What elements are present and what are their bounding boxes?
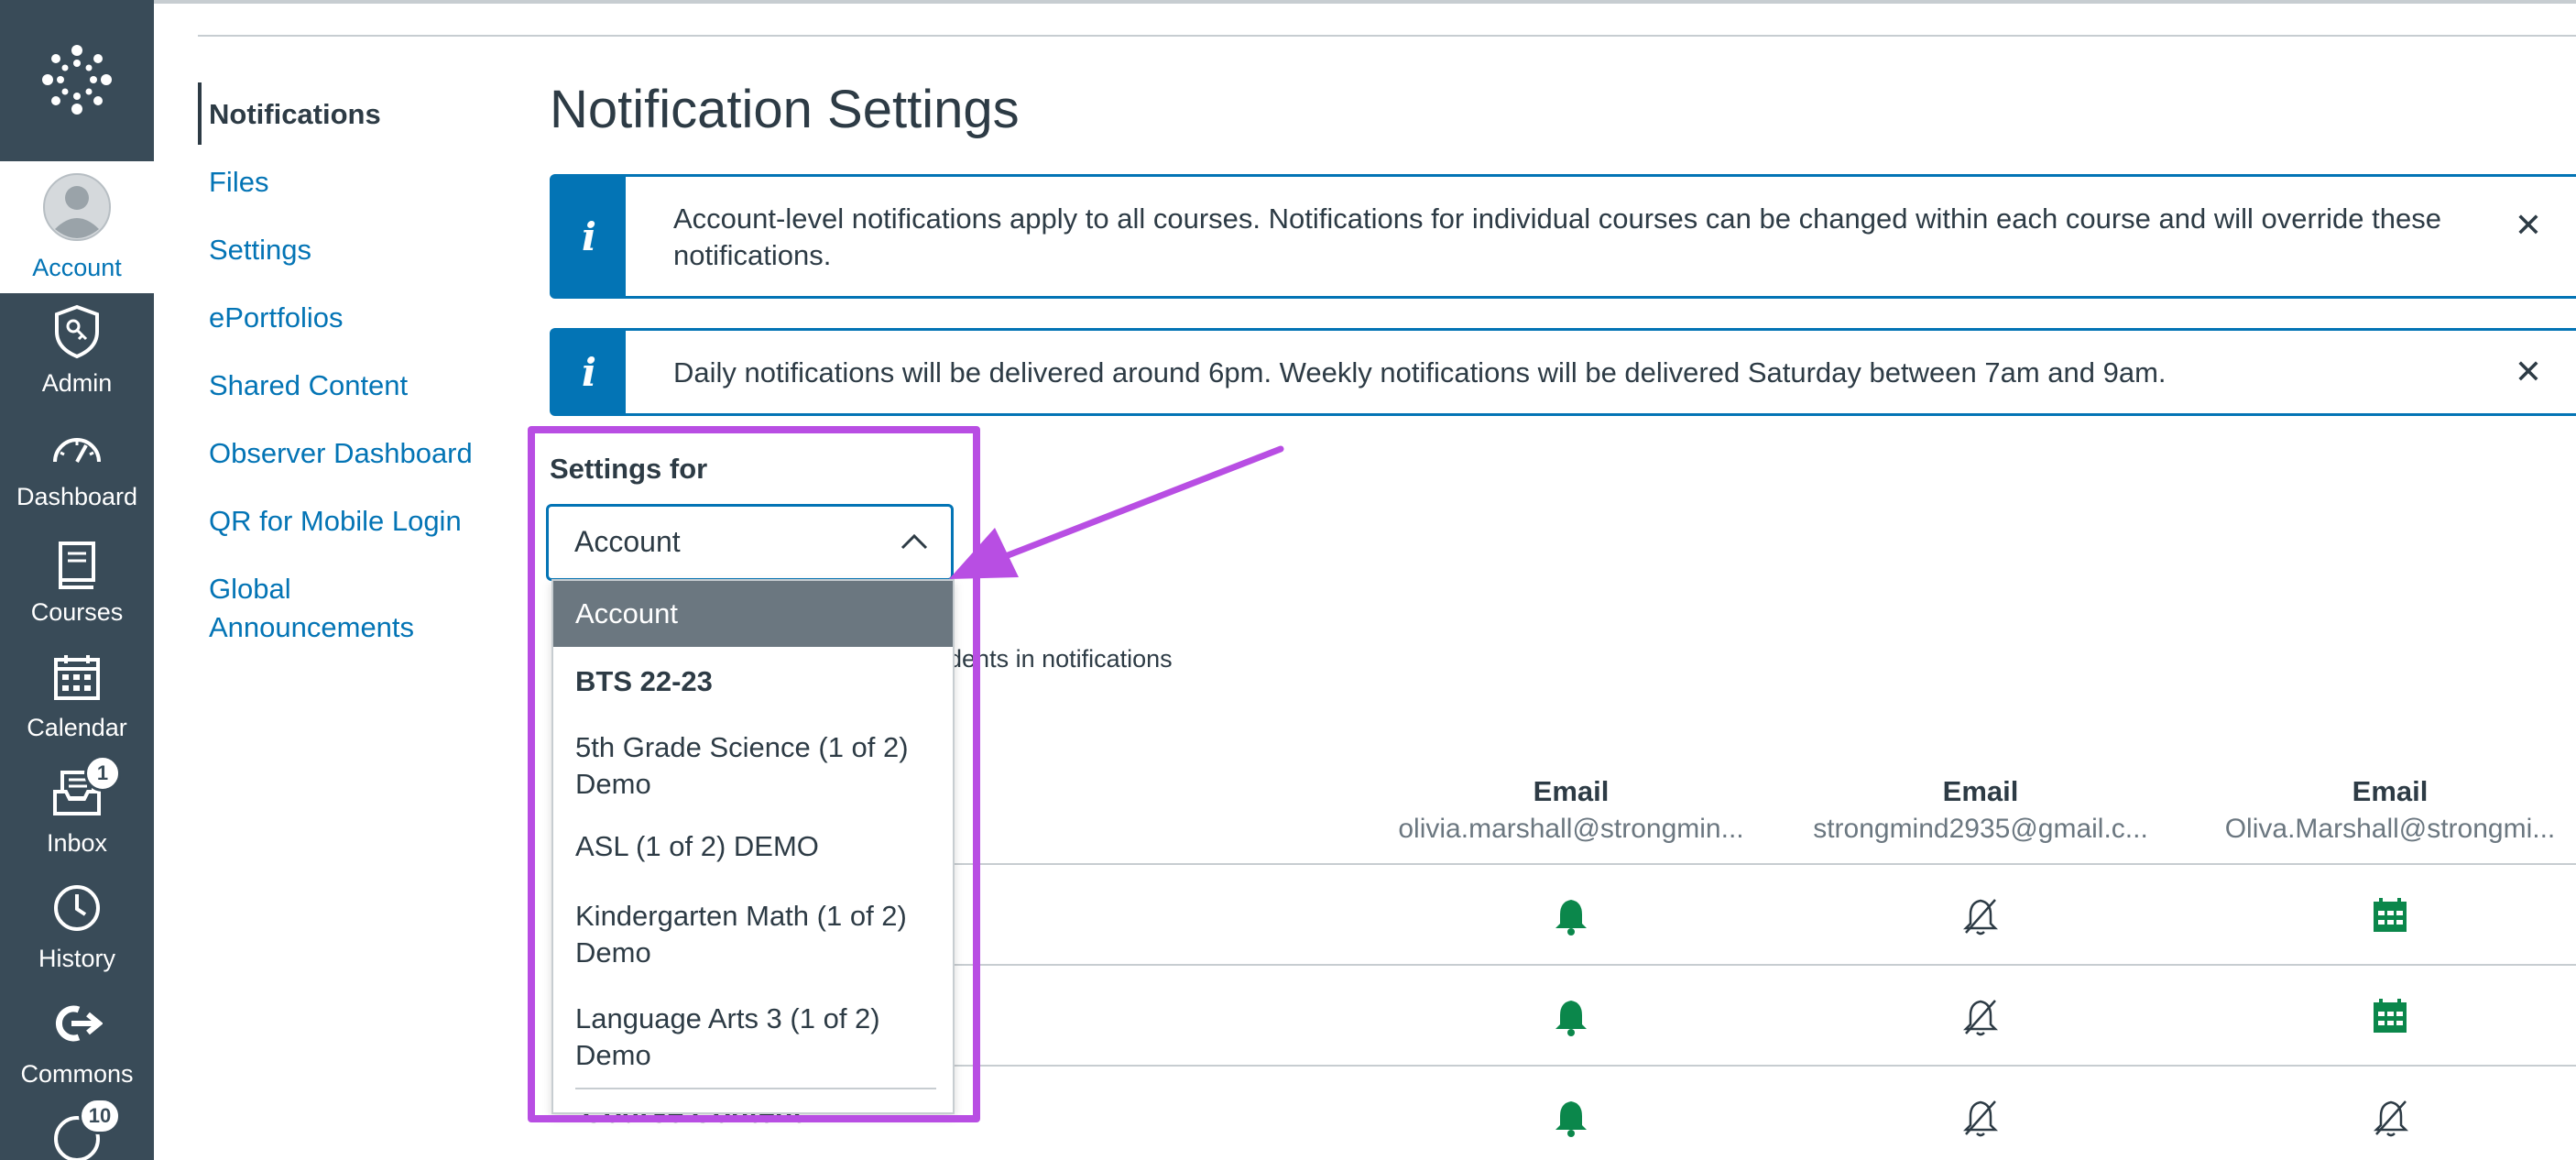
nav-calendar[interactable]: Calendar <box>0 640 154 753</box>
option-label-line1: Language Arts 3 (1 of 2) <box>575 1002 880 1034</box>
info-icon: i <box>552 331 626 413</box>
nav-admin[interactable]: Admin <box>0 295 154 409</box>
canvas-logo-icon <box>42 45 112 115</box>
calendar-icon <box>52 652 102 708</box>
bell-off-icon[interactable] <box>1960 1098 2001 1143</box>
history-clock-icon <box>52 883 102 939</box>
option-kindergarten-math[interactable]: Kindergarten Math (1 of 2) Demo <box>553 898 953 971</box>
select-value: Account <box>574 525 681 558</box>
top-border <box>0 0 2576 4</box>
dropdown-divider <box>575 1088 936 1089</box>
column-header-email-1: Email olivia.marshall@strongmin... <box>1379 775 1763 845</box>
help-badge: 10 <box>79 1098 121 1134</box>
nav-help[interactable]: 10 <box>0 1098 154 1160</box>
info-alert-account-level: i Account-level notifications apply to a… <box>550 174 2576 299</box>
column-address: strongmind2935@gmail.c... <box>1813 814 2148 844</box>
header-divider <box>198 35 2576 37</box>
column-address: Oliva.Marshall@strongmi... <box>2224 814 2556 844</box>
option-language-arts-3[interactable]: Language Arts 3 (1 of 2) Demo <box>553 1001 953 1074</box>
nav-history[interactable]: History <box>0 870 154 984</box>
option-label-line2: Demo <box>575 1039 651 1071</box>
secnav-global-announcements[interactable]: Global Announcements <box>209 570 414 647</box>
secnav-shared-content[interactable]: Shared Content <box>209 367 408 405</box>
table-divider <box>953 1065 2576 1067</box>
chevron-up-icon <box>900 532 929 555</box>
option-asl-demo[interactable]: ASL (1 of 2) DEMO <box>553 828 953 865</box>
calendar-weekly-icon[interactable] <box>2371 896 2409 939</box>
option-label-line1: 5th Grade Science (1 of 2) <box>575 731 909 763</box>
secnav-notifications[interactable]: Notifications <box>209 95 381 134</box>
option-group-bts-22-23: BTS 22-23 <box>575 665 713 697</box>
settings-for-label: Settings for <box>550 453 708 485</box>
table-divider <box>953 863 2576 865</box>
nav-account-label: Account <box>32 254 122 281</box>
admin-shield-icon <box>51 304 103 366</box>
secnav-global-announcements-line1: Global <box>209 573 291 605</box>
bell-icon[interactable] <box>1551 896 1591 941</box>
commons-icon <box>51 1002 104 1051</box>
canvas-logo[interactable] <box>0 0 154 159</box>
nav-account[interactable]: Account <box>0 161 154 293</box>
table-divider <box>953 964 2576 966</box>
column-type: Email <box>2352 775 2429 807</box>
inbox-unread-badge: 1 <box>84 755 121 792</box>
nav-commons-label: Commons <box>20 1060 134 1088</box>
annotation-arrow-icon <box>949 445 1284 579</box>
option-label-line2: Demo <box>575 768 651 800</box>
nav-admin-label: Admin <box>41 369 113 397</box>
page-title: Notification Settings <box>550 80 1020 139</box>
option-account[interactable]: Account <box>553 581 953 647</box>
nav-history-label: History <box>38 945 115 972</box>
nav-commons[interactable]: Commons <box>0 986 154 1100</box>
bell-icon[interactable] <box>1551 1098 1591 1143</box>
option-label-line2: Demo <box>575 936 651 968</box>
column-header-email-3: Email Oliva.Marshall@strongmi... <box>2198 775 2576 845</box>
column-type: Email <box>1942 775 2019 807</box>
bell-icon[interactable] <box>1551 997 1591 1042</box>
calendar-weekly-icon[interactable] <box>2371 997 2409 1040</box>
avatar-icon <box>42 172 112 248</box>
column-address: olivia.marshall@strongmin... <box>1398 814 1744 844</box>
nav-calendar-label: Calendar <box>27 714 127 741</box>
alert-message: Account-level notifications apply to all… <box>673 202 2441 271</box>
close-icon[interactable]: ✕ <box>2515 353 2542 391</box>
global-navigation: Account Admin Dashboard Courses Calendar… <box>0 0 154 1160</box>
include-students-text: udents in notifications <box>934 645 1173 673</box>
nav-inbox[interactable]: 1 Inbox <box>0 755 154 869</box>
secnav-eportfolios[interactable]: ePortfolios <box>209 299 343 337</box>
column-type: Email <box>1533 775 1610 807</box>
nav-courses-label: Courses <box>30 598 124 626</box>
alert-message: Daily notifications will be delivered ar… <box>673 356 2167 388</box>
secnav-observer-dashboard[interactable]: Observer Dashboard <box>209 434 473 473</box>
option-5th-grade-science[interactable]: 5th Grade Science (1 of 2) Demo <box>553 729 953 803</box>
dashboard-icon <box>51 431 103 474</box>
settings-for-dropdown: Account BTS 22-23 5th Grade Science (1 o… <box>551 579 955 1114</box>
nav-dashboard[interactable]: Dashboard <box>0 409 154 522</box>
close-icon[interactable]: ✕ <box>2515 206 2542 245</box>
active-indicator <box>198 82 202 145</box>
secnav-settings[interactable]: Settings <box>209 231 311 269</box>
nav-inbox-label: Inbox <box>46 829 108 857</box>
option-label-line1: Kindergarten Math (1 of 2) <box>575 900 907 932</box>
courses-book-icon <box>55 541 99 596</box>
column-header-email-2: Email strongmind2935@gmail.c... <box>1788 775 2173 845</box>
nav-dashboard-label: Dashboard <box>16 483 138 510</box>
secnav-files[interactable]: Files <box>209 163 268 202</box>
secnav-global-announcements-line2: Announcements <box>209 611 415 643</box>
nav-courses[interactable]: Courses <box>0 524 154 638</box>
bell-off-icon[interactable] <box>1960 997 2001 1042</box>
bell-off-icon[interactable] <box>2371 1098 2411 1143</box>
bell-off-icon[interactable] <box>1960 896 2001 941</box>
info-alert-delivery-times: i Daily notifications will be delivered … <box>550 328 2576 416</box>
secnav-qr-mobile-login[interactable]: QR for Mobile Login <box>209 502 462 541</box>
settings-for-select[interactable]: Account <box>546 504 954 581</box>
info-icon: i <box>552 177 626 296</box>
